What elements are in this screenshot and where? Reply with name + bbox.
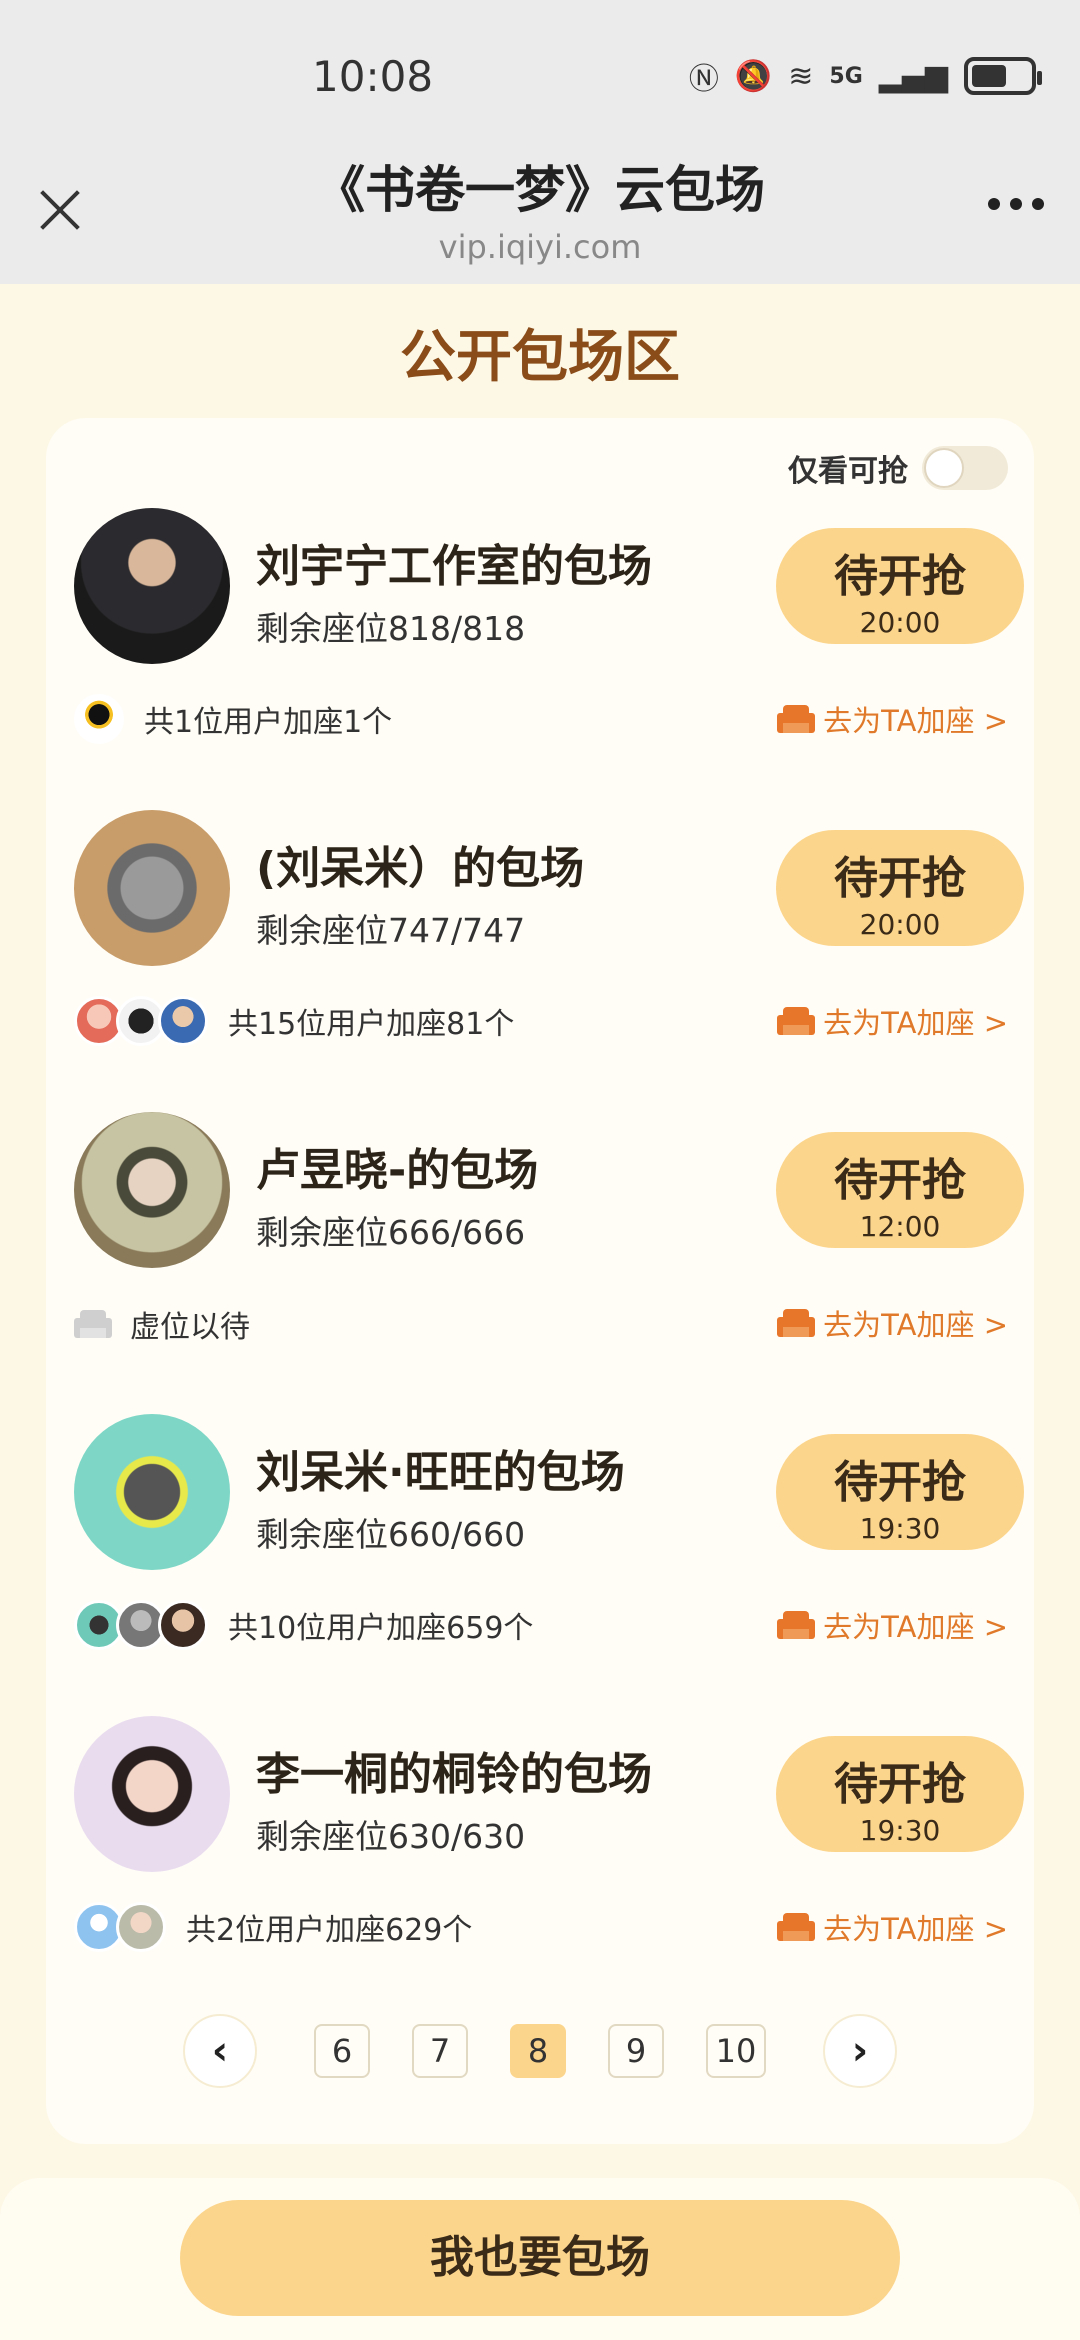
- user-row: 共2位用户加座629个: [74, 1902, 472, 1952]
- grab-time: 20:00: [859, 606, 941, 639]
- entry-title: 刘呆米·旺旺的包场: [256, 1447, 625, 1498]
- filter-available: 仅看可抢: [788, 446, 1008, 490]
- empty-text: 虚位以待: [130, 1310, 250, 1345]
- page-8-current[interactable]: 8: [510, 2024, 566, 2078]
- nfc-icon: Ⓝ: [688, 62, 719, 97]
- add-seat-link[interactable]: 去为TA加座 >: [777, 1000, 1008, 1042]
- page-url: vip.iqiyi.com: [438, 228, 642, 266]
- grab-label: 待开抢: [834, 1457, 966, 1508]
- grab-label: 待开抢: [834, 551, 966, 602]
- avatar[interactable]: [74, 810, 230, 966]
- grab-time: 20:00: [859, 908, 941, 941]
- list-item: (刘呆米）的包场 剩余座位747/747 待开抢 20:00 共15位用户加座8…: [46, 810, 1034, 1110]
- signal-label: 5G: [829, 63, 863, 89]
- user-avatar: [158, 1600, 208, 1650]
- user-row: 共1位用户加座1个: [74, 694, 392, 744]
- avatar[interactable]: [74, 1112, 230, 1268]
- entry-seats: 剩余座位666/666: [256, 1213, 526, 1252]
- grab-label: 待开抢: [834, 1759, 966, 1810]
- sofa-icon: [777, 701, 816, 737]
- more-button[interactable]: [988, 198, 1044, 210]
- grab-time: 19:30: [859, 1814, 941, 1847]
- user-count: 共10位用户加座659个: [228, 1611, 534, 1646]
- entry-title: (刘呆米）的包场: [256, 843, 585, 894]
- user-avatar: [116, 1902, 166, 1952]
- prev-page-button[interactable]: ‹: [183, 2014, 257, 2088]
- section-title: 公开包场区: [400, 325, 680, 390]
- list-item: 刘呆米·旺旺的包场 剩余座位660/660 待开抢 19:30 共10位用户加座…: [46, 1414, 1034, 1714]
- page-7[interactable]: 7: [412, 2024, 468, 2078]
- mute-icon: 🔕: [734, 58, 773, 94]
- user-count: 共15位用户加座81个: [228, 1007, 515, 1042]
- grab-button[interactable]: 待开抢 19:30: [776, 1434, 1024, 1550]
- wifi-icon: ≋: [788, 58, 814, 94]
- pagination: ‹ 6 7 8 9 10 ›: [46, 2014, 1034, 2088]
- entry-seats: 剩余座位747/747: [256, 911, 526, 950]
- status-icons: Ⓝ 🔕 ≋ 5G ▂▄▆: [688, 54, 1042, 98]
- list-item: 李一桐的桐铃的包场 剩余座位630/630 待开抢 19:30 共2位用户加座6…: [46, 1716, 1034, 2016]
- sofa-icon: [777, 1909, 816, 1945]
- user-count: 共1位用户加座1个: [144, 705, 393, 740]
- grab-button[interactable]: 待开抢 20:00: [776, 830, 1024, 946]
- avatar[interactable]: [74, 508, 230, 664]
- empty-sofa-icon: [74, 1306, 112, 1342]
- filter-label: 仅看可抢: [788, 454, 908, 489]
- grab-label: 待开抢: [834, 1155, 966, 1206]
- add-seat-link[interactable]: 去为TA加座 >: [777, 698, 1008, 740]
- entry-seats: 剩余座位630/630: [256, 1817, 526, 1856]
- status-time: 10:08: [312, 52, 434, 101]
- list-item: 卢昱晓-的包场 剩余座位666/666 待开抢 12:00 虚位以待 去为TA加…: [46, 1112, 1034, 1412]
- page-6[interactable]: 6: [314, 2024, 370, 2078]
- entry-title: 刘宇宁工作室的包场: [256, 541, 652, 592]
- create-screening-button[interactable]: 我也要包场: [180, 2200, 900, 2316]
- next-page-button[interactable]: ›: [823, 2014, 897, 2088]
- add-seat-label: 去为TA加座 >: [823, 1610, 1008, 1644]
- public-list-card: 仅看可抢 刘宇宁工作室的包场 剩余座位818/818 待开抢 20:00 共1位…: [46, 418, 1034, 2144]
- grab-label: 待开抢: [834, 853, 966, 904]
- grab-time: 19:30: [859, 1512, 941, 1545]
- page-9[interactable]: 9: [608, 2024, 664, 2078]
- user-row: 共10位用户加座659个: [74, 1600, 533, 1650]
- signal-icon: ▂▄▆: [878, 58, 948, 94]
- user-count: 共2位用户加座629个: [186, 1913, 473, 1948]
- entry-title: 李一桐的桐铃的包场: [256, 1749, 652, 1800]
- sofa-icon: [777, 1305, 816, 1341]
- add-seat-link[interactable]: 去为TA加座 >: [777, 1906, 1008, 1948]
- sofa-icon: [777, 1003, 816, 1039]
- add-seat-link[interactable]: 去为TA加座 >: [777, 1302, 1008, 1344]
- add-seat-label: 去为TA加座 >: [823, 1006, 1008, 1040]
- add-seat-label: 去为TA加座 >: [823, 1912, 1008, 1946]
- grab-time: 12:00: [859, 1210, 941, 1243]
- add-seat-label: 去为TA加座 >: [823, 1308, 1008, 1342]
- add-seat-link[interactable]: 去为TA加座 >: [777, 1604, 1008, 1646]
- grab-button[interactable]: 待开抢 20:00: [776, 528, 1024, 644]
- entry-seats: 剩余座位818/818: [256, 609, 526, 648]
- user-avatar: [158, 996, 208, 1046]
- top-bar: 10:08 Ⓝ 🔕 ≋ 5G ▂▄▆ 《书卷一梦》云包场 vip.iqiyi.c…: [0, 0, 1080, 284]
- battery-icon: [964, 57, 1042, 95]
- grab-button[interactable]: 待开抢 19:30: [776, 1736, 1024, 1852]
- user-avatar: [74, 694, 124, 744]
- bottom-bar: 我也要包场: [0, 2178, 1080, 2340]
- entry-seats: 剩余座位660/660: [256, 1515, 526, 1554]
- grab-button[interactable]: 待开抢 12:00: [776, 1132, 1024, 1248]
- entry-title: 卢昱晓-的包场: [256, 1145, 539, 1196]
- empty-user-row: 虚位以待: [74, 1302, 250, 1346]
- page-title: 《书卷一梦》云包场: [315, 161, 765, 219]
- avatar[interactable]: [74, 1716, 230, 1872]
- avatar[interactable]: [74, 1414, 230, 1570]
- page-10[interactable]: 10: [706, 2024, 766, 2078]
- user-row: 共15位用户加座81个: [74, 996, 514, 1046]
- add-seat-label: 去为TA加座 >: [823, 704, 1008, 738]
- sofa-icon: [777, 1607, 816, 1643]
- list-item: 刘宇宁工作室的包场 剩余座位818/818 待开抢 20:00 共1位用户加座1…: [46, 508, 1034, 808]
- available-only-toggle[interactable]: [922, 446, 1008, 490]
